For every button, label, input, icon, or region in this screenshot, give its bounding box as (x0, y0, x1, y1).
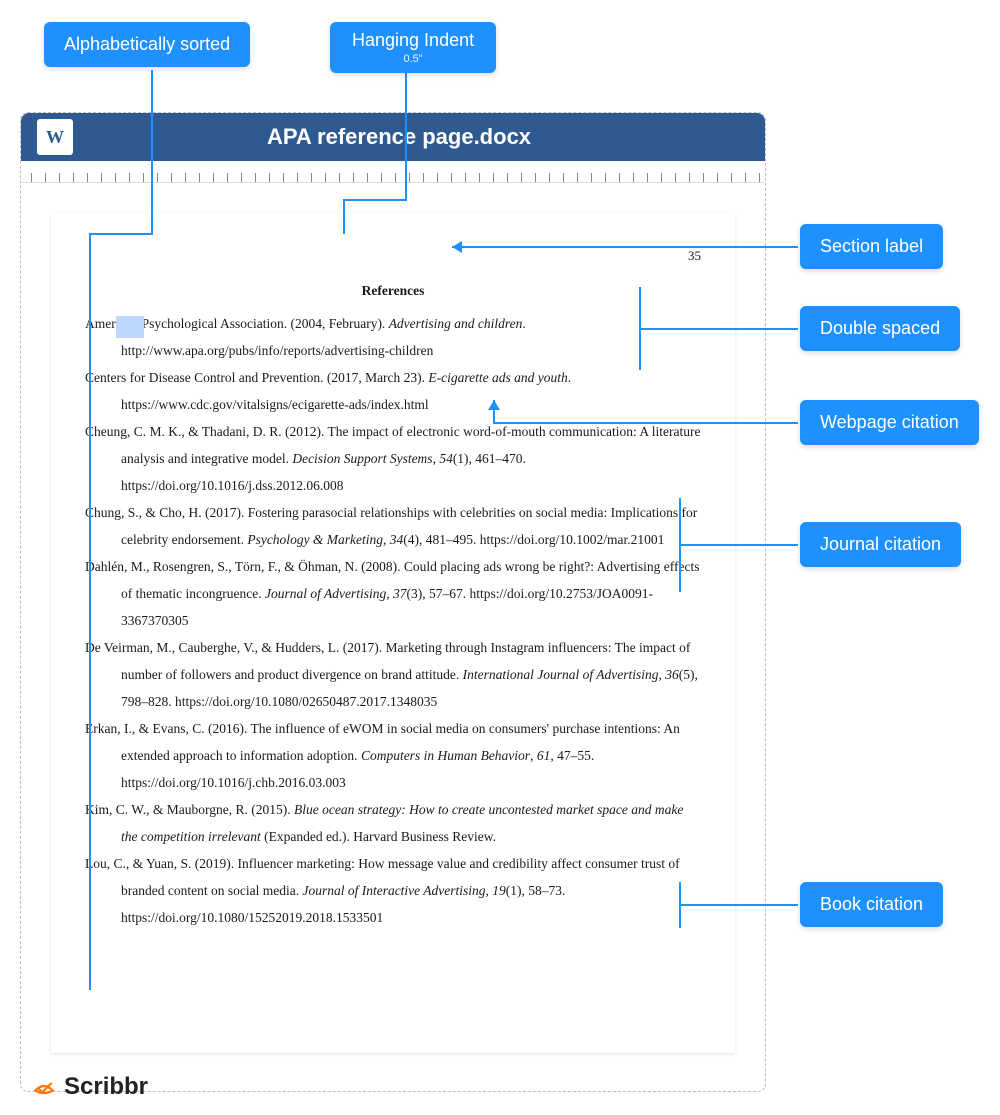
reference-entry: De Veirman, M., Cauberghe, V., & Hudders… (85, 634, 701, 715)
scribbr-logo-icon (30, 1073, 58, 1101)
tag-section-label: Section label (800, 224, 943, 269)
tag-journal-citation: Journal citation (800, 522, 961, 567)
page-number: 35 (85, 243, 701, 269)
document-frame: APA reference page.docx 35 References Am… (20, 112, 766, 1092)
references-heading: References (85, 277, 701, 304)
document-page: 35 References American Psychological Ass… (51, 213, 735, 1053)
tag-alpha-sorted: Alphabetically sorted (44, 22, 250, 67)
document-titlebar: APA reference page.docx (21, 113, 765, 161)
document-title: APA reference page.docx (73, 124, 765, 150)
hanging-indent-highlight (116, 316, 144, 338)
references-list: American Psychological Association. (200… (85, 310, 701, 931)
tag-hanging-indent-label: Hanging Indent (352, 30, 474, 50)
reference-entry: Lou, C., & Yuan, S. (2019). Influencer m… (85, 850, 701, 931)
reference-entry: Chung, S., & Cho, H. (2017). Fostering p… (85, 499, 701, 553)
logo-area: Scribbr (30, 1073, 148, 1101)
scribbr-logo-text: Scribbr (64, 1073, 148, 1101)
reference-entry: Dahlén, M., Rosengren, S., Törn, F., & Ö… (85, 553, 701, 634)
diagram-container: Alphabetically sorted Hanging Indent 0.5… (0, 0, 1000, 1115)
word-icon (37, 119, 73, 155)
tag-hanging-indent-sub: 0.5" (352, 53, 474, 65)
tag-double-spaced: Double spaced (800, 306, 960, 351)
tag-hanging-indent: Hanging Indent 0.5" (330, 22, 496, 73)
tag-book-citation: Book citation (800, 882, 943, 927)
reference-entry: Cheung, C. M. K., & Thadani, D. R. (2012… (85, 418, 701, 499)
ruler (21, 161, 765, 183)
reference-entry: Centers for Disease Control and Preventi… (85, 364, 701, 418)
reference-entry: American Psychological Association. (200… (85, 310, 701, 364)
tag-webpage-citation: Webpage citation (800, 400, 979, 445)
reference-entry: Erkan, I., & Evans, C. (2016). The influ… (85, 715, 701, 796)
reference-entry: Kim, C. W., & Mauborgne, R. (2015). Blue… (85, 796, 701, 850)
